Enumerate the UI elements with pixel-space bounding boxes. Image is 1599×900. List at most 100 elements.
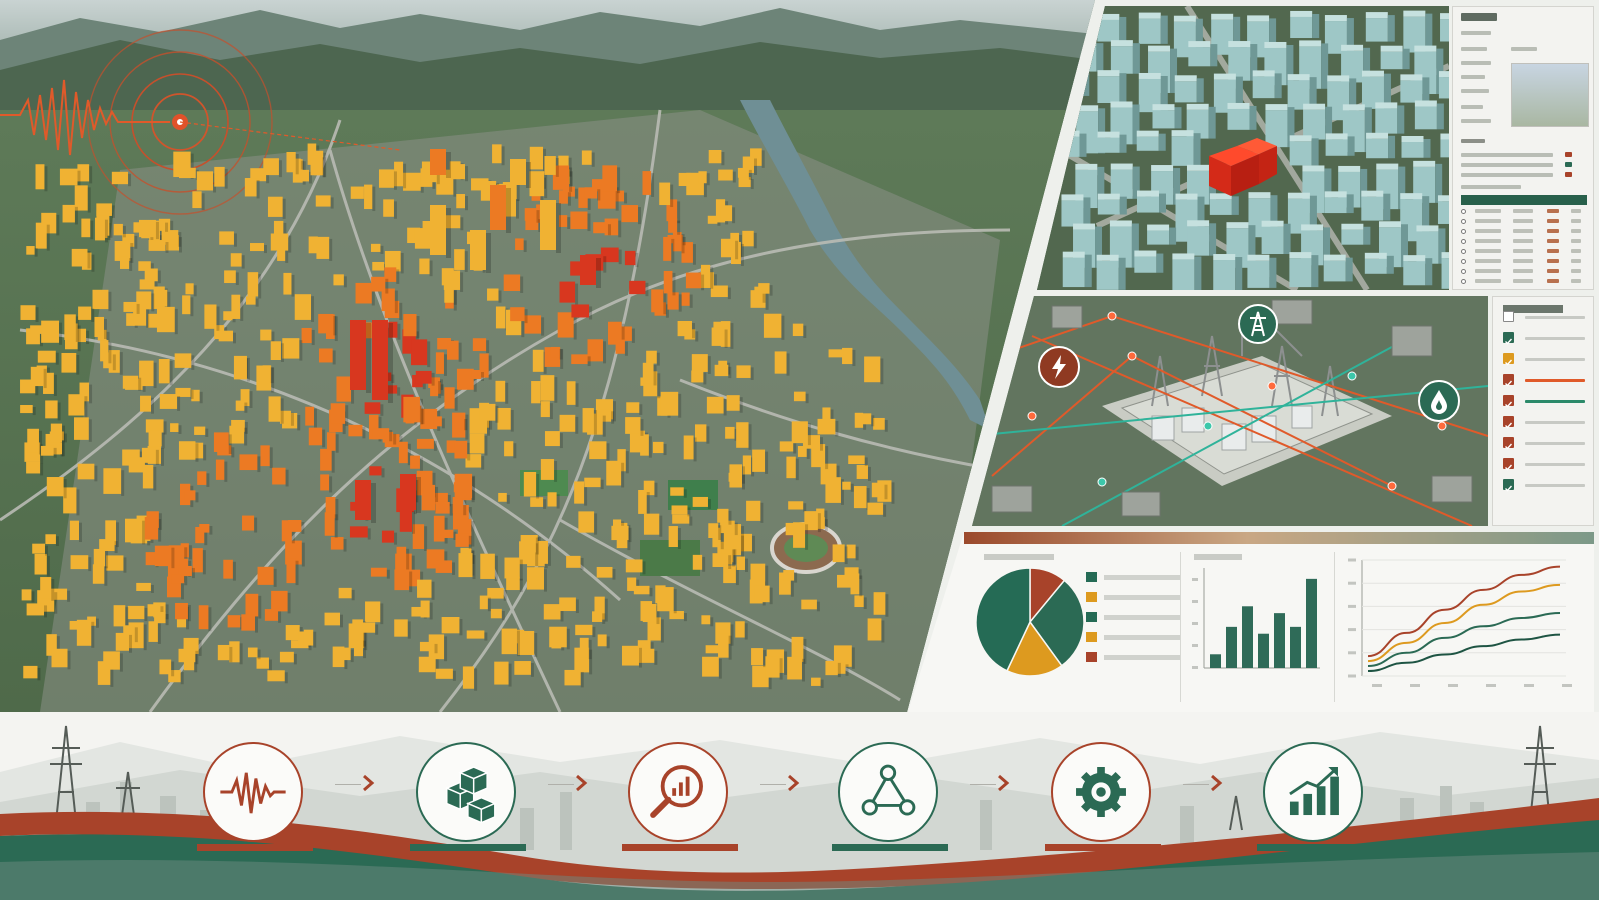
building [642, 171, 655, 197]
city-block-building [1323, 254, 1353, 282]
layer-checkbox[interactable] [1503, 353, 1514, 366]
building [231, 294, 244, 321]
building-3d-canvas [1037, 6, 1449, 290]
building [204, 304, 220, 331]
building [462, 666, 478, 691]
table-cell [1571, 219, 1581, 223]
layer-label-placeholder [1525, 484, 1585, 487]
layer-toggle-row[interactable] [1503, 353, 1587, 366]
building [751, 648, 767, 668]
building [326, 432, 339, 453]
building [566, 381, 579, 407]
building-info-card[interactable] [1452, 6, 1594, 290]
building [856, 464, 871, 481]
city-block-building [1096, 254, 1126, 290]
building [792, 323, 807, 339]
step-arrow [335, 774, 375, 794]
layer-checkbox[interactable] [1503, 479, 1514, 492]
process-step[interactable] [628, 742, 728, 842]
building [660, 391, 682, 418]
table-row [1461, 239, 1466, 244]
building-3d-view[interactable] [1037, 6, 1449, 290]
layer-label-placeholder [1525, 358, 1585, 361]
chevron-right-icon [576, 774, 588, 792]
building [479, 595, 491, 612]
layer-checkbox[interactable] [1503, 437, 1514, 450]
layer-checkbox[interactable] [1503, 395, 1514, 408]
process-step[interactable] [1051, 742, 1151, 842]
transmission-tower-marker[interactable] [1238, 304, 1278, 344]
process-workflow [0, 712, 1599, 900]
infrastructure-grid-view[interactable] [972, 296, 1488, 526]
step-underline [622, 844, 738, 851]
power-outage-marker[interactable] [1038, 346, 1080, 388]
process-step[interactable] [203, 742, 303, 842]
process-step[interactable] [838, 742, 938, 842]
building [242, 515, 258, 533]
building [672, 232, 685, 254]
process-step[interactable] [1263, 742, 1363, 842]
city-block-building [1438, 71, 1449, 99]
building [529, 171, 548, 199]
building [547, 492, 560, 509]
water-supply-marker[interactable] [1418, 380, 1460, 422]
layer-checkbox[interactable] [1503, 374, 1514, 387]
layer-checkbox[interactable] [1503, 458, 1514, 471]
building [850, 573, 863, 597]
building [589, 441, 610, 462]
building [871, 482, 888, 500]
building [76, 619, 95, 648]
legend-swatch [1086, 632, 1097, 642]
layer-toggle-row[interactable] [1503, 374, 1587, 387]
layer-label-placeholder [1525, 442, 1585, 445]
city-block-building [1213, 254, 1243, 290]
city-risk-map[interactable] [0, 0, 1095, 712]
layer-toggle-row[interactable] [1503, 437, 1587, 450]
building [270, 341, 284, 362]
layer-checkbox[interactable] [1503, 332, 1514, 345]
building [729, 464, 745, 490]
building [214, 166, 228, 189]
city-block-building [1147, 224, 1177, 245]
building [263, 158, 282, 178]
building [487, 288, 502, 303]
bar [1258, 633, 1269, 668]
building [95, 217, 108, 243]
table-cell [1475, 279, 1501, 283]
layer-toggle-row[interactable] [1503, 458, 1587, 471]
building [308, 427, 326, 448]
building [146, 511, 162, 530]
checkmark-icon [1505, 401, 1513, 408]
building [540, 459, 558, 482]
line-chart [1348, 558, 1572, 687]
building [793, 522, 809, 550]
layer-toggle-row[interactable] [1503, 395, 1587, 408]
building [127, 605, 148, 622]
process-step[interactable] [416, 742, 516, 842]
building [711, 327, 728, 348]
layer-toggle-row[interactable] [1503, 479, 1587, 492]
step-underline [410, 844, 526, 851]
layer-toggle-card[interactable] [1492, 296, 1594, 526]
building [230, 253, 245, 269]
building [510, 307, 528, 324]
building [832, 544, 848, 565]
layer-checkbox[interactable] [1503, 416, 1514, 429]
building [683, 435, 697, 462]
table-cell [1475, 249, 1501, 253]
building [581, 150, 595, 167]
building [817, 418, 839, 437]
layer-toggle-row[interactable] [1503, 332, 1587, 345]
building [40, 577, 55, 601]
building [495, 380, 509, 404]
bar [1242, 606, 1253, 668]
layer-toggle-row[interactable] [1503, 311, 1587, 323]
layer-checkbox[interactable] [1503, 311, 1514, 322]
gear-icon [1076, 767, 1126, 817]
legend-label-placeholder [1104, 575, 1180, 580]
tall-building [355, 480, 376, 523]
building [320, 474, 333, 493]
building [736, 365, 754, 380]
layer-toggle-row[interactable] [1503, 416, 1587, 429]
building [122, 375, 142, 391]
